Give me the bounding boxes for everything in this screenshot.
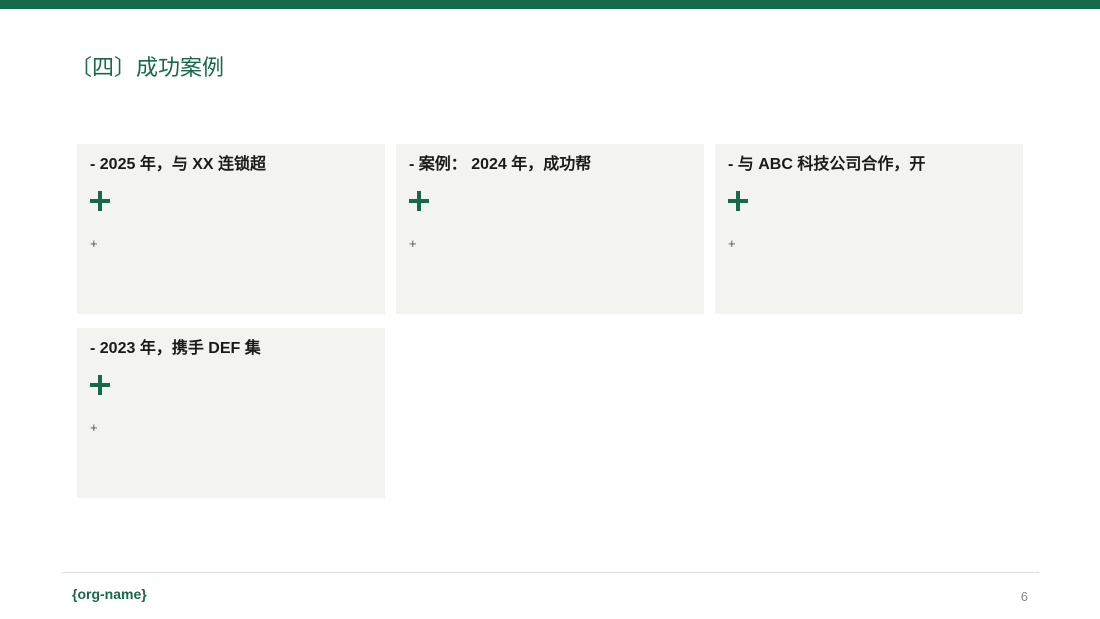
plus-icon [90,191,110,211]
case-card: - 2025 年，与 XX 连锁超 + [77,144,385,314]
case-card-heading: - 2025 年，与 XX 连锁超 [90,156,267,173]
case-card-body: + [728,236,736,251]
footer-org-name: {org-name} [72,586,147,602]
top-accent-bar [0,0,1100,9]
plus-icon [90,375,110,395]
case-card-heading: - 2023 年，携手 DEF 集 [90,340,261,357]
footer-divider [62,572,1039,573]
case-card-heading: - 与 ABC 科技公司合作，开 [728,156,926,173]
case-card-body: + [409,236,417,251]
plus-icon [728,191,748,211]
page-number: 6 [1020,589,1028,604]
case-card: - 与 ABC 科技公司合作，开 + [715,144,1023,314]
case-card: - 案例： 2024 年，成功帮 + [396,144,704,314]
page-title: 〔四〕成功案例 [70,55,225,80]
case-card-body: + [90,236,98,251]
plus-icon [409,191,429,211]
case-card-heading: - 案例： 2024 年，成功帮 [409,156,592,173]
case-card: - 2023 年，携手 DEF 集 + [77,328,385,498]
case-card-body: + [90,420,98,435]
